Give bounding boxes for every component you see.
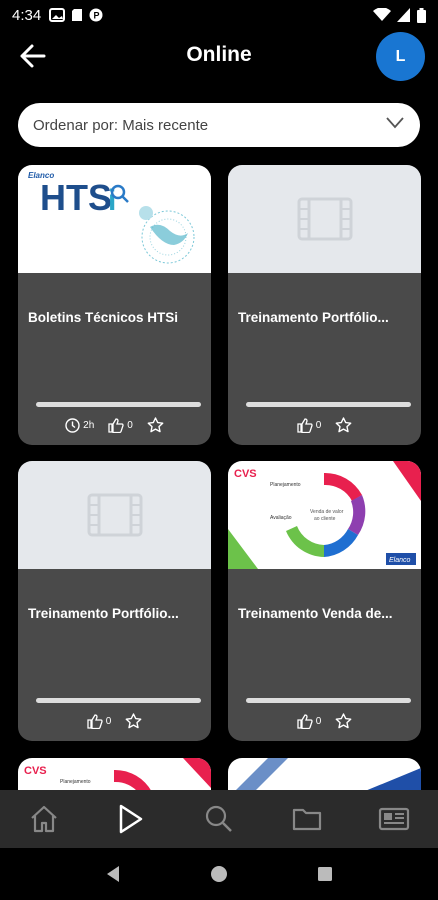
progress-bar (246, 698, 411, 703)
chevron-down-icon (386, 117, 404, 129)
nav-home[interactable] (20, 795, 68, 843)
cvs-brand: CVS (24, 765, 47, 777)
bottom-navigation (0, 790, 438, 848)
course-title: Treinamento Venda de... (238, 606, 393, 621)
app-bar: Online L (0, 30, 438, 82)
star-icon[interactable] (335, 417, 352, 433)
battery-icon (417, 7, 426, 23)
nav-search[interactable] (195, 795, 243, 843)
star-icon[interactable] (147, 417, 164, 433)
app-notification-icon: P (89, 8, 103, 22)
video-placeholder-icon (87, 493, 142, 537)
thumbs-up-icon (87, 713, 103, 729)
course-card[interactable]: Treinamento Portfólio... 0 (18, 461, 211, 741)
course-title: Boletins Técnicos HTSi (28, 310, 179, 325)
like-button[interactable]: 0 (87, 713, 112, 729)
nav-play[interactable] (107, 795, 155, 843)
duration: 2h (65, 417, 95, 433)
thumbs-up-icon (297, 417, 313, 433)
like-count: 0 (127, 419, 133, 431)
course-card[interactable]: Treinamento Portfólio... 0 (228, 165, 421, 445)
svg-text:Planejamento: Planejamento (60, 779, 91, 785)
htsi-logo-image: Elanco HTS i (28, 171, 195, 264)
course-card[interactable]: Elanco HTS i Boletins Técnicos HTSi 2h 0 (18, 165, 211, 445)
signal-icon (397, 8, 410, 22)
folder-icon (292, 808, 321, 831)
like-count: 0 (315, 419, 322, 431)
play-icon (120, 804, 143, 834)
progress-bar (36, 402, 201, 407)
video-placeholder-icon (297, 197, 352, 241)
system-home-icon[interactable] (210, 865, 228, 883)
progress-bar (36, 698, 201, 703)
system-navigation (0, 848, 438, 900)
course-thumbnail: Elanco HTS i (18, 165, 211, 273)
star-icon[interactable] (335, 713, 352, 729)
avatar[interactable]: L (376, 32, 425, 81)
sort-label: Ordenar por: Mais recente (33, 116, 209, 134)
course-thumbnail (18, 461, 211, 569)
sort-dropdown[interactable]: Ordenar por: Mais recente (18, 103, 420, 147)
progress-bar (246, 402, 411, 407)
course-card[interactable]: CVS Venda de valor ao cliente Planejamen… (228, 461, 421, 741)
sales-cycle-image: CVS Venda de valor ao cliente Planejamen… (228, 461, 421, 569)
cvs-brand: CVS (234, 468, 257, 480)
thumbs-up-icon (108, 417, 124, 433)
like-button[interactable]: 0 (108, 417, 133, 433)
like-count: 0 (105, 715, 112, 727)
like-button[interactable]: 0 (297, 417, 322, 433)
svg-text:Venda de valor: Venda de valor (310, 509, 344, 515)
like-button[interactable]: 0 (297, 713, 322, 729)
nav-news[interactable] (370, 795, 418, 843)
svg-text:Avaliação: Avaliação (270, 515, 292, 521)
clock-icon (65, 417, 80, 433)
search-icon (205, 805, 232, 832)
svg-text:P: P (94, 11, 100, 21)
wifi-icon (373, 8, 391, 21)
gallery-notification-icon (49, 8, 66, 22)
like-count: 0 (315, 715, 322, 727)
duration-value: 2h (83, 419, 95, 431)
course-thumbnail (228, 165, 421, 273)
page-title: Online (186, 43, 252, 66)
course-thumbnail: CVS Venda de valor ao cliente Planejamen… (228, 461, 421, 569)
course-title: Treinamento Portfólio... (28, 606, 179, 621)
home-icon (31, 805, 57, 833)
svg-text:Planejamento: Planejamento (270, 482, 301, 488)
system-recents-icon[interactable] (317, 866, 333, 882)
status-bar: 4:34 P (0, 0, 438, 30)
svg-text:Elanco: Elanco (389, 557, 411, 564)
nav-folder[interactable] (283, 795, 331, 843)
system-back-icon[interactable] (105, 865, 121, 883)
newspaper-icon (379, 807, 410, 831)
status-time: 4:34 (12, 6, 42, 24)
course-title: Treinamento Portfólio... (238, 310, 389, 325)
thumbs-up-icon (297, 713, 313, 729)
svg-text:HTS: HTS (40, 177, 112, 218)
svg-text:ao cliente: ao cliente (314, 516, 336, 522)
sd-card-icon (72, 9, 83, 21)
star-icon[interactable] (125, 713, 142, 729)
